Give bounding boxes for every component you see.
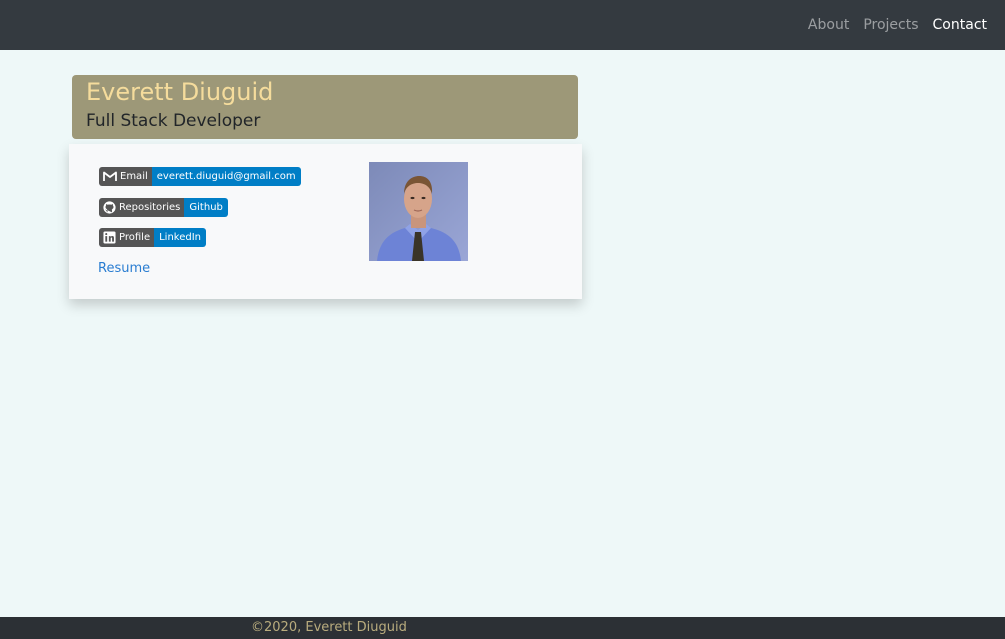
job-title: Full Stack Developer <box>86 111 261 131</box>
gmail-icon <box>103 171 117 182</box>
github-label-text: Repositories <box>119 202 181 213</box>
email-badge-label: Email <box>99 167 152 186</box>
email-label-text: Email <box>120 171 148 182</box>
linkedin-label-text: Profile <box>119 232 151 243</box>
email-badge[interactable]: Email everett.diuguid@gmail.com <box>99 167 301 186</box>
header-card: Everett Diuguid Full Stack Developer <box>72 75 578 139</box>
nav-links: About Projects Contact <box>808 16 987 34</box>
footer: ©2020, Everett Diuguid <box>0 617 1005 639</box>
github-link-text: Github <box>184 198 228 217</box>
github-badge-label: Repositories <box>99 198 185 217</box>
linkedin-icon <box>103 231 116 244</box>
linkedin-badge-label: Profile <box>99 228 155 247</box>
contact-card: Email everett.diuguid@gmail.com Reposito… <box>69 144 582 299</box>
profile-photo <box>369 162 468 261</box>
page-title: Everett Diuguid <box>86 78 274 106</box>
nav-link-about[interactable]: About <box>808 16 849 34</box>
nav-link-projects[interactable]: Projects <box>863 16 918 34</box>
email-address: everett.diuguid@gmail.com <box>151 167 301 186</box>
copyright-text: ©2020, Everett Diuguid <box>251 620 407 635</box>
navbar: About Projects Contact <box>0 0 1005 50</box>
linkedin-link-text: LinkedIn <box>154 228 207 247</box>
linkedin-badge[interactable]: Profile LinkedIn <box>99 228 207 247</box>
github-badge[interactable]: Repositories Github <box>99 198 228 217</box>
resume-link[interactable]: Resume <box>98 260 150 277</box>
github-icon <box>103 201 116 214</box>
nav-link-contact[interactable]: Contact <box>933 16 987 34</box>
